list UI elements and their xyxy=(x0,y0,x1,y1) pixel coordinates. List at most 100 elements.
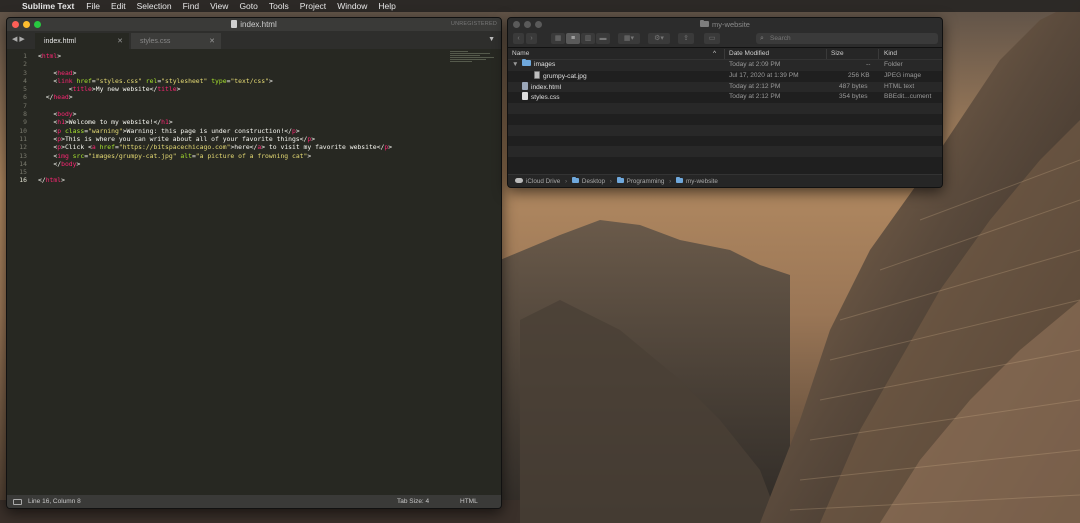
line-number: 2 xyxy=(23,60,27,69)
list-item[interactable]: styles.css Today at 2:12 PM 354 bytes BB… xyxy=(508,92,942,103)
action-gear-icon[interactable]: ⚙▾ xyxy=(648,33,670,44)
row-size: 487 bytes xyxy=(839,82,868,90)
path-my-website[interactable]: my-website xyxy=(686,178,718,185)
code-token: < xyxy=(38,151,58,160)
sublime-titlebar: index.html UNREGISTERED xyxy=(7,18,501,31)
search-field[interactable]: ⌕ Search xyxy=(756,33,938,44)
menu-find[interactable]: Find xyxy=(183,1,200,11)
menu-view[interactable]: View xyxy=(210,1,228,11)
code-line: <p>This is where you can write about all… xyxy=(38,135,392,143)
list-item[interactable]: ▼ images Today at 2:09 PM -- Folder xyxy=(508,58,942,71)
tag-icon[interactable]: ▭ xyxy=(704,33,720,44)
code-token: < xyxy=(38,110,58,119)
tab-nav-arrows-icon[interactable]: ◀ ▶ xyxy=(12,35,25,43)
forward-icon[interactable]: › xyxy=(526,33,537,44)
status-bar: Line 16, Column 8 Tab Size: 4 HTML xyxy=(7,495,501,508)
menu-app-name[interactable]: Sublime Text xyxy=(22,1,74,11)
line-number: 13 xyxy=(19,151,27,160)
finder-title-text: my-website xyxy=(712,20,750,29)
code-token: </ xyxy=(38,176,46,185)
code-line: </head> xyxy=(38,93,392,101)
path-programming[interactable]: Programming xyxy=(627,178,665,185)
minimap[interactable] xyxy=(450,51,496,67)
finder-window: my-website ‹ › ▦ ≡ ▥ ▬ ▦▾ ⚙▾ ⇪ ▭ ⌕ Searc… xyxy=(507,17,943,188)
menu-help[interactable]: Help xyxy=(378,1,395,11)
css-file-icon xyxy=(522,92,528,101)
cursor-position: Line 16, Column 8 xyxy=(28,498,81,505)
code-token: > xyxy=(388,143,393,152)
path-icloud-drive[interactable]: iCloud Drive xyxy=(526,178,560,185)
panel-toggle-icon[interactable] xyxy=(13,498,22,505)
folder-icon xyxy=(700,19,710,27)
list-view-icon[interactable]: ≡ xyxy=(566,33,580,44)
code-line: <html> xyxy=(38,52,392,60)
group-icon[interactable]: ▦▾ xyxy=(618,33,640,44)
unregistered-label: UNREGISTERED xyxy=(450,21,497,27)
menu-edit[interactable]: Edit xyxy=(111,1,126,11)
code-line: <link href="styles.css" rel="stylesheet"… xyxy=(38,77,392,85)
code-token: link xyxy=(57,76,73,85)
search-placeholder: Search xyxy=(770,35,791,42)
code-token: > to visit my favorite website</ xyxy=(261,143,385,152)
search-icon: ⌕ xyxy=(760,35,764,42)
tab-dropdown-icon[interactable]: ▼ xyxy=(488,36,495,43)
sort-indicator-icon: ^ xyxy=(713,50,717,57)
menu-tools[interactable]: Tools xyxy=(269,1,289,11)
code-token: img xyxy=(57,151,69,160)
code-line: <img src="images/grumpy-cat.jpg" alt="a … xyxy=(38,152,392,160)
file-list: ▼ images Today at 2:09 PM -- Folder grum… xyxy=(508,58,942,168)
finder-title: my-website xyxy=(508,18,942,31)
menu-selection[interactable]: Selection xyxy=(137,1,172,11)
menu-window[interactable]: Window xyxy=(337,1,367,11)
column-name[interactable]: Name xyxy=(512,50,529,57)
code-editor[interactable]: 1 2 3 4 5 6 7 8 9 10 11 12 13 14 15 16 <html> <head> <l… xyxy=(7,49,501,497)
menu-bar: Sublime Text File Edit Selection Find Vi… xyxy=(0,0,1080,12)
disclosure-triangle-icon[interactable]: ▼ xyxy=(512,60,519,71)
menu-goto[interactable]: Goto xyxy=(239,1,257,11)
code-token: > xyxy=(61,176,65,185)
menu-project[interactable]: Project xyxy=(300,1,326,11)
line-number: 5 xyxy=(23,85,27,94)
column-size[interactable]: Size xyxy=(831,50,844,57)
code-token: > xyxy=(57,52,62,60)
code-token: > xyxy=(168,118,173,127)
code-token: body xyxy=(61,159,77,168)
code-token: title xyxy=(157,85,177,94)
line-number: 11 xyxy=(19,134,27,143)
code-token: > xyxy=(76,159,81,168)
path-desktop[interactable]: Desktop xyxy=(582,178,605,185)
icon-view-icon[interactable]: ▦ xyxy=(551,33,565,44)
syntax-selector[interactable]: HTML xyxy=(460,498,478,505)
code-token: "text/css" xyxy=(230,76,269,85)
window-title: index.html xyxy=(7,18,501,31)
column-date-modified[interactable]: Date Modified xyxy=(729,50,769,57)
column-view-icon[interactable]: ▥ xyxy=(581,33,595,44)
tab-styles-css[interactable]: styles.css ✕ xyxy=(131,33,221,49)
share-icon[interactable]: ⇪ xyxy=(678,33,694,44)
gallery-view-icon[interactable]: ▬ xyxy=(596,33,610,44)
folder-icon xyxy=(676,176,684,183)
empty-row xyxy=(508,136,942,147)
code-token: title xyxy=(72,85,92,94)
code-token: h1 xyxy=(57,118,65,127)
list-item[interactable]: index.html Today at 2:12 PM 487 bytes HT… xyxy=(508,81,942,93)
line-number: 14 xyxy=(19,159,27,168)
tab-bar: ◀ ▶ index.html ✕ styles.css ✕ ▼ xyxy=(7,31,501,49)
column-kind[interactable]: Kind xyxy=(884,50,897,57)
back-icon[interactable]: ‹ xyxy=(513,33,524,44)
row-size: 354 bytes xyxy=(839,93,868,101)
tab-close-icon[interactable]: ✕ xyxy=(209,37,215,45)
menu-file[interactable]: File xyxy=(86,1,100,11)
code-area[interactable]: <html> <head> <link href="styles.css" re… xyxy=(38,52,392,185)
tab-size-selector[interactable]: Tab Size: 4 xyxy=(397,498,429,505)
code-line: <h1>Welcome to my website!</h1> xyxy=(38,118,392,126)
code-token: html xyxy=(45,176,62,185)
code-token: head xyxy=(57,68,73,77)
list-item[interactable]: grumpy-cat.jpg Jul 17, 2020 at 1:39 PM 2… xyxy=(508,70,942,82)
tab-close-icon[interactable]: ✕ xyxy=(117,37,123,45)
tab-index-html[interactable]: index.html ✕ xyxy=(35,33,129,49)
code-token: < xyxy=(38,76,58,85)
folder-icon xyxy=(571,176,579,183)
code-token: >My new website</ xyxy=(91,85,158,94)
